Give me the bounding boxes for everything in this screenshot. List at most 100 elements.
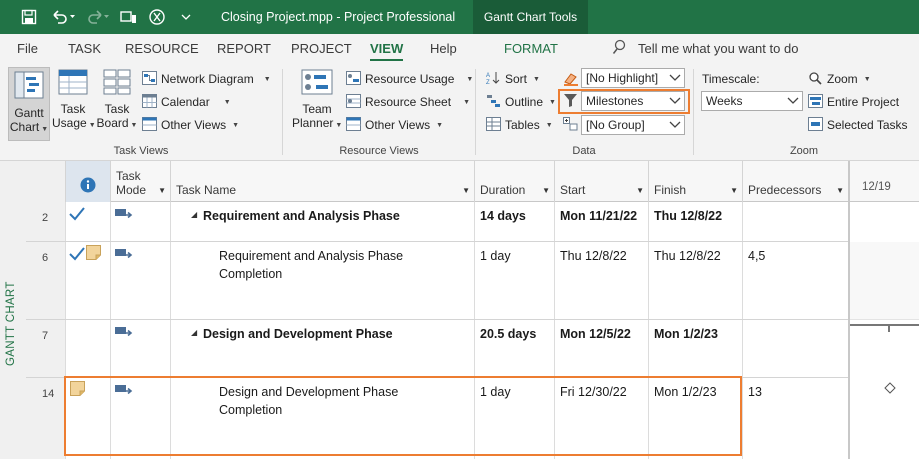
group-separator — [282, 69, 283, 155]
task-name-header[interactable]: Task Name ▼ — [171, 161, 475, 202]
row-id: 14 — [42, 388, 55, 400]
outline-button[interactable]: Outline ▼ — [486, 92, 556, 112]
zoom-button[interactable]: Zoom ▼ — [808, 69, 871, 89]
customize-qat-icon[interactable] — [178, 0, 194, 34]
start-cell[interactable]: Mon 11/21/22 — [555, 202, 649, 241]
chevron-down-icon: ▼ — [466, 75, 474, 83]
task-usage-button[interactable]: Task Usage ▼ — [52, 69, 96, 141]
tab-file[interactable]: File — [17, 34, 38, 63]
tab-resource[interactable]: RESOURCE — [125, 34, 199, 63]
tab-report[interactable]: REPORT — [217, 34, 271, 63]
highlight-select[interactable]: [No Highlight] — [581, 68, 685, 88]
calendar-button[interactable]: Calendar ▼ — [142, 92, 231, 112]
redo-icon[interactable] — [84, 0, 112, 34]
task-name-cell[interactable]: ◢ Requirement and Analysis Phase — [171, 202, 475, 241]
predecessors-cell[interactable] — [743, 320, 848, 377]
indicators-cell[interactable] — [66, 242, 111, 319]
complete-check-icon — [69, 247, 85, 264]
table-row[interactable]: 7 ◢ Design and Development Phase 20.5 da… — [26, 320, 848, 378]
group-icon — [563, 117, 578, 134]
chevron-down-icon[interactable]: ▼ — [158, 186, 166, 195]
finish-header[interactable]: Finish ▼ — [649, 161, 743, 202]
other-views-button[interactable]: Other Views ▼ — [142, 115, 239, 135]
gantt-chart-button[interactable]: Gantt Chart ▼ — [8, 67, 50, 141]
start-header[interactable]: Start ▼ — [555, 161, 649, 202]
milestone-diamond-icon[interactable] — [884, 382, 896, 397]
tables-button[interactable]: Tables ▼ — [486, 115, 553, 135]
chevron-down-icon[interactable]: ▼ — [462, 186, 470, 195]
tab-help[interactable]: Help — [430, 34, 457, 63]
finish-header-label: Finish — [654, 183, 687, 197]
task-name-cell[interactable]: ◢ Design and Development Phase — [171, 320, 475, 377]
finish-cell[interactable]: Mon 1/2/23 — [649, 320, 743, 377]
summary-bar[interactable] — [850, 324, 919, 332]
task-mode-cell[interactable] — [111, 202, 171, 241]
collapse-triangle-icon[interactable]: ◢ — [191, 210, 197, 219]
other-views-label: Other Views — [161, 118, 227, 132]
predecessors-cell[interactable] — [743, 202, 848, 241]
team-planner-button[interactable]: Team Planner ▼ — [292, 69, 342, 141]
info-icon — [80, 177, 96, 196]
predecessors-header[interactable]: Predecessors ▼ — [743, 161, 848, 202]
chevron-down-icon[interactable]: ▼ — [636, 186, 644, 195]
predecessors-cell[interactable]: 4,5 — [743, 242, 848, 319]
row-id-cell[interactable]: 14 — [26, 378, 66, 459]
indicators-cell[interactable] — [66, 202, 111, 241]
resource-usage-button[interactable]: Resource Usage ▼ — [346, 69, 473, 89]
task-mode-cell[interactable] — [111, 320, 171, 377]
predecessors-cell[interactable]: 13 — [743, 378, 848, 459]
chevron-down-icon[interactable]: ▼ — [730, 186, 738, 195]
start-cell[interactable]: Mon 12/5/22 — [555, 320, 649, 377]
touch-mode-icon[interactable] — [118, 0, 140, 34]
finish-cell[interactable]: Thu 12/8/22 — [649, 242, 743, 319]
task-board-button[interactable]: Task Board ▼ — [96, 69, 138, 141]
tab-view[interactable]: VIEW — [370, 34, 404, 63]
highlight-value: [No Highlight] — [586, 71, 659, 85]
task-mode-cell[interactable] — [111, 242, 171, 319]
table-row[interactable]: 2 ◢ Requirement and Analysis Phase 14 da… — [26, 202, 848, 242]
collapse-triangle-icon[interactable]: ◢ — [191, 328, 197, 337]
row-id-cell[interactable]: 2 — [26, 202, 66, 241]
undo-icon[interactable] — [48, 0, 78, 34]
task-mode-header[interactable]: Task Mode ▼ — [111, 161, 171, 202]
team-planner-label2: Planner — [292, 116, 334, 130]
chevron-down-icon[interactable]: ▼ — [836, 186, 844, 195]
start-cell[interactable]: Thu 12/8/22 — [555, 242, 649, 319]
table-row[interactable]: 6 Requirement and Analysis Phase Completi… — [26, 242, 848, 320]
tab-format[interactable]: FORMAT — [504, 34, 558, 63]
tab-task[interactable]: TASK — [68, 34, 101, 63]
row-id-cell[interactable]: 6 — [26, 242, 66, 319]
chevron-down-icon[interactable]: ▼ — [542, 186, 550, 195]
entire-project-button[interactable]: Entire Project — [808, 92, 899, 112]
select-all-corner[interactable] — [26, 161, 66, 202]
indicators-header[interactable] — [66, 161, 111, 202]
resource-other-views-button[interactable]: Other Views ▼ — [346, 115, 443, 135]
save-icon[interactable] — [18, 0, 40, 34]
tell-me-box[interactable]: Tell me what you want to do — [612, 34, 798, 63]
format-painter-icon[interactable] — [146, 0, 168, 34]
selected-tasks-button[interactable]: Selected Tasks — [808, 115, 908, 135]
predecessors-header-label: Predecessors — [748, 183, 822, 197]
indicators-cell[interactable] — [66, 320, 111, 377]
gantt-timeline[interactable]: 12/19 — [848, 161, 919, 459]
team-planner-label1: Team — [302, 102, 332, 116]
resource-sheet-button[interactable]: Resource Sheet ▼ — [346, 92, 470, 112]
duration-cell[interactable]: 20.5 days — [475, 320, 555, 377]
svg-text:A: A — [486, 73, 490, 79]
task-name-cell[interactable]: Requirement and Analysis Phase Completion — [171, 242, 475, 319]
group-select[interactable]: [No Group] — [581, 115, 685, 135]
predecessors-value: 4,5 — [748, 249, 766, 263]
duration-header[interactable]: Duration ▼ — [475, 161, 555, 202]
duration-cell[interactable]: 1 day — [475, 242, 555, 319]
tab-project[interactable]: PROJECT — [291, 34, 352, 63]
timescale-select[interactable]: Weeks — [701, 91, 803, 111]
duration-cell[interactable]: 14 days — [475, 202, 555, 241]
outline-label: Outline — [505, 95, 544, 109]
finish-value: Thu 12/8/22 — [654, 209, 723, 223]
sort-button[interactable]: AZ Sort ▼ — [486, 69, 540, 89]
row-id-cell[interactable]: 7 — [26, 320, 66, 377]
finish-cell[interactable]: Thu 12/8/22 — [649, 202, 743, 241]
network-diagram-button[interactable]: Network Diagram ▼ — [142, 69, 271, 89]
timescale-value: Weeks — [706, 94, 743, 108]
chevron-down-icon: ▼ — [863, 75, 871, 83]
